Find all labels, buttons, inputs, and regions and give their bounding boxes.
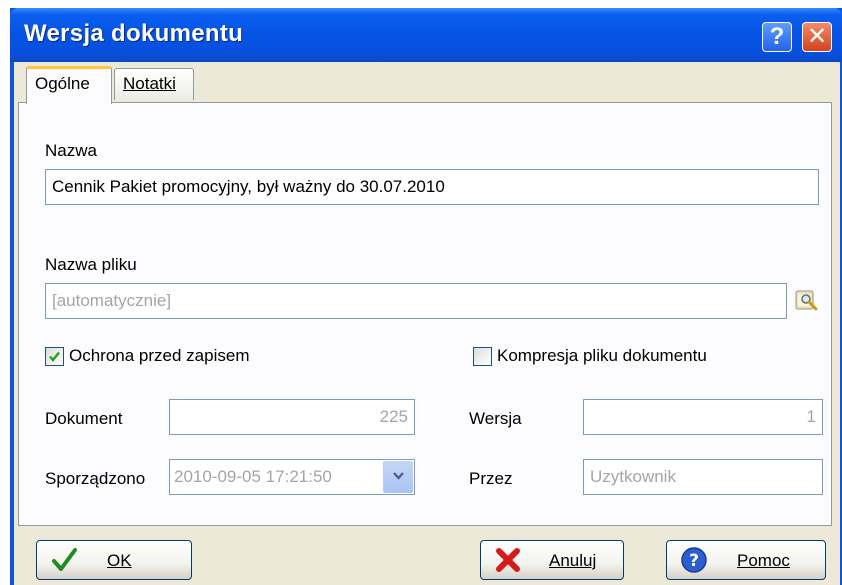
created-label: Sporządzono [45, 469, 146, 488]
help-button[interactable]: ? Pomoc [666, 540, 826, 580]
filename-label: Nazwa pliku [45, 255, 137, 274]
dropdown-button[interactable] [383, 461, 413, 493]
compress-label[interactable]: Kompresja pliku dokumentu [497, 346, 707, 366]
title-bar[interactable]: Wersja dokumentu ? ✕ [10, 8, 842, 62]
close-title-button[interactable]: ✕ [802, 22, 832, 52]
created-date-value: 2010-09-05 17:21:50 [174, 467, 332, 486]
document-number-field: 225 [169, 399, 415, 435]
write-protect-checkbox[interactable] [45, 347, 64, 366]
dialog-window: Wersja dokumentu ? ✕ Ogólne Notatki Nazw… [10, 8, 842, 585]
folder-search-icon[interactable] [795, 288, 819, 312]
window-title: Wersja dokumentu [24, 20, 244, 47]
help-title-button[interactable]: ? [762, 22, 792, 52]
tab-notes[interactable]: Notatki [114, 68, 194, 100]
document-label: Dokument [45, 409, 123, 428]
cancel-button-label: Anuluj [549, 551, 597, 570]
tab-general[interactable]: Ogólne [26, 66, 112, 104]
filename-input: [automatycznie] [45, 283, 787, 319]
name-input[interactable]: Cennik Pakiet promocyjny, był ważny do 3… [45, 169, 819, 205]
checkmark-icon [52, 548, 77, 571]
dialog-client: Ogólne Notatki Nazwa Cennik Pakiet promo… [14, 62, 840, 585]
compress-checkbox[interactable] [473, 347, 492, 366]
tab-general-label: Ogólne [35, 74, 90, 93]
write-protect-label[interactable]: Ochrona przed zapisem [69, 346, 249, 366]
ok-button-label: OK [107, 551, 132, 570]
chevron-down-icon [393, 472, 404, 480]
author-field: Uzytkownik [583, 459, 823, 495]
help-icon: ? [681, 547, 707, 573]
created-date-combo: 2010-09-05 17:21:50 [169, 459, 415, 495]
version-label: Wersja [469, 409, 522, 428]
cancel-button[interactable]: Anuluj [480, 540, 624, 580]
by-label: Przez [469, 469, 513, 488]
name-label: Nazwa [45, 141, 97, 160]
help-button-label: Pomoc [737, 551, 790, 570]
red-x-icon [496, 548, 520, 572]
svg-text:?: ? [689, 551, 699, 571]
ok-button[interactable]: OK [36, 540, 192, 580]
tab-notes-label: Notatki [123, 74, 176, 93]
version-field: 1 [583, 399, 823, 435]
tab-panel-general: Nazwa Cennik Pakiet promocyjny, był ważn… [18, 102, 832, 526]
